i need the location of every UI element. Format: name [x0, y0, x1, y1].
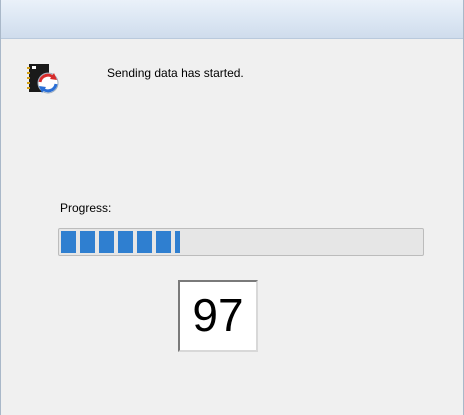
- status-message: Sending data has started.: [107, 66, 244, 80]
- data-transfer-icon: [27, 62, 59, 98]
- transfer-dialog: Sending data has started. Progress: 97: [0, 0, 464, 415]
- progress-counter: 97: [178, 280, 258, 352]
- dialog-client-area: [9, 39, 455, 415]
- progress-bar-fill: [61, 231, 180, 253]
- progress-bar: [58, 228, 424, 256]
- progress-label: Progress:: [60, 201, 112, 215]
- title-bar[interactable]: [1, 0, 463, 39]
